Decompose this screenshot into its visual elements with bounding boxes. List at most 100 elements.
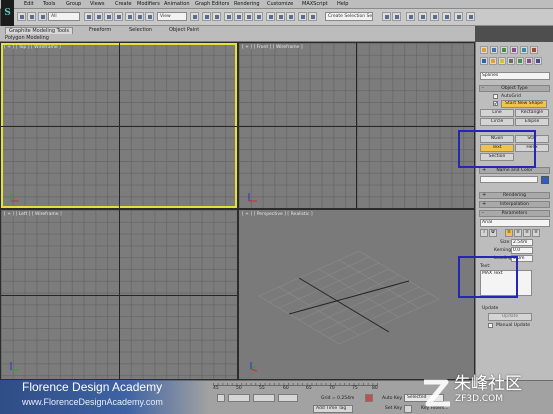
ribbon-toggle-icon[interactable] [308, 12, 317, 21]
set-key-button[interactable]: Set Key [385, 406, 402, 411]
display-tab-icon[interactable] [520, 46, 528, 54]
shapes-icon[interactable] [489, 57, 497, 65]
angle-snap-icon[interactable] [234, 12, 243, 21]
x-coordinate-input[interactable] [228, 394, 250, 402]
start-new-shape-button[interactable]: Start New Shape [501, 100, 547, 108]
redo-icon[interactable] [27, 12, 36, 21]
named-selection-set-input[interactable]: Create Selection Se [325, 12, 373, 21]
layer-manager-icon[interactable] [298, 12, 307, 21]
link-icon[interactable] [38, 12, 47, 21]
menu-group[interactable]: Group [66, 1, 81, 7]
rectangular-selection-icon[interactable] [104, 12, 113, 21]
motion-tab-icon[interactable] [510, 46, 518, 54]
schematic-view-icon[interactable] [392, 12, 401, 21]
tab-object-paint[interactable]: Object Paint [166, 27, 202, 34]
render-setup-icon[interactable] [418, 12, 427, 21]
rendering-rollout[interactable]: + Rendering [479, 192, 550, 199]
autogrid-checkbox[interactable] [493, 94, 498, 99]
italic-icon[interactable]: I [480, 229, 488, 237]
menu-edit[interactable]: Edit [24, 1, 34, 7]
utilities-tab-icon[interactable] [530, 46, 538, 54]
lights-icon[interactable] [498, 57, 506, 65]
viewport-perspective[interactable]: [ + ] [ Perspective ] [ Realistic ] [239, 210, 474, 379]
menu-graph-editors[interactable]: Graph Editors [195, 1, 229, 7]
category-select[interactable]: Splines [480, 72, 550, 80]
select-object-icon[interactable] [84, 12, 93, 21]
selection-filter-select[interactable]: All [48, 12, 80, 21]
circle-button[interactable]: Circle [480, 118, 514, 126]
geometry-icon[interactable] [480, 57, 488, 65]
create-tab-icon[interactable] [480, 46, 488, 54]
space-warps-icon[interactable] [525, 57, 533, 65]
rotate-icon[interactable] [135, 12, 144, 21]
spinner-snap-icon[interactable] [254, 12, 263, 21]
menu-rendering[interactable]: Rendering [234, 1, 260, 7]
select-by-name-icon[interactable] [94, 12, 103, 21]
rendered-frame-icon[interactable] [430, 12, 439, 21]
scale-icon[interactable] [145, 12, 154, 21]
menu-create[interactable]: Create [115, 1, 132, 7]
select-manipulate-icon[interactable] [202, 12, 211, 21]
viewport-front-label[interactable]: [ + ] [ Front ] [ Wireframe ] [242, 45, 303, 50]
viewport-left[interactable]: [ + ] [ Left ] [ Wireframe ] [1, 210, 237, 379]
add-time-tag-button[interactable]: Add Time Tag [313, 405, 353, 413]
parameters-rollout[interactable]: - Parameters [479, 210, 550, 217]
cameras-icon[interactable] [507, 57, 515, 65]
viewport-top[interactable]: [ + ] [ Top ] [ Wireframe ] [1, 43, 237, 208]
name-color-rollout[interactable]: + Name and Color [479, 167, 550, 174]
font-select[interactable]: Arial [480, 219, 550, 227]
viewport-top-label[interactable]: [ + ] [ Top ] [ Wireframe ] [4, 45, 61, 50]
viewport-left-label[interactable]: [ + ] [ Left ] [ Wireframe ] [4, 212, 62, 217]
align-icon[interactable] [286, 12, 295, 21]
modify-tab-icon[interactable] [490, 46, 498, 54]
reference-coordinate-select[interactable]: View [157, 12, 187, 21]
move-icon[interactable] [125, 12, 134, 21]
ellipse-button[interactable]: Ellipse [515, 118, 549, 126]
keyboard-shortcut-icon[interactable] [212, 12, 221, 21]
window-crossing-icon[interactable] [114, 12, 123, 21]
viewport-front[interactable]: [ + ] [ Front ] [ Wireframe ] [239, 43, 474, 208]
size-input[interactable]: 2.54m [511, 239, 533, 246]
menu-help[interactable]: Help [337, 1, 348, 7]
start-new-shape-checkbox[interactable] [493, 101, 498, 106]
menu-modifiers[interactable]: Modifiers [137, 1, 160, 7]
menu-tools[interactable]: Tools [43, 1, 55, 7]
justify-icon[interactable]: ≡ [532, 229, 540, 237]
z-coordinate-input[interactable] [278, 394, 298, 402]
menu-customize[interactable]: Customize [267, 1, 293, 7]
rectangle-button[interactable]: Rectangle [515, 109, 549, 117]
ribbon-panel-polygon-modeling[interactable]: Polygon Modeling [5, 35, 49, 41]
helpers-icon[interactable] [516, 57, 524, 65]
app-logo[interactable]: S [1, 0, 14, 27]
manual-update-checkbox[interactable] [488, 323, 493, 328]
hierarchy-tab-icon[interactable] [500, 46, 508, 54]
tab-graphite-modeling-tools[interactable]: Graphite Modeling Tools [5, 27, 74, 34]
tab-freeform[interactable]: Freeform [86, 27, 114, 34]
curve-editor-icon[interactable] [382, 12, 391, 21]
systems-icon[interactable] [534, 57, 542, 65]
interpolation-rollout[interactable]: + Interpolation [479, 201, 550, 208]
material-editor-icon[interactable] [406, 12, 415, 21]
undo-icon[interactable] [17, 12, 26, 21]
kerning-input[interactable]: 0.0 [511, 247, 533, 254]
lock-selection-icon[interactable] [217, 394, 225, 402]
y-coordinate-input[interactable] [253, 394, 275, 402]
mirror-icon[interactable] [276, 12, 285, 21]
percent-snap-icon[interactable] [244, 12, 253, 21]
snap-toggle-icon[interactable] [224, 12, 233, 21]
key-mode-icon[interactable] [404, 405, 412, 413]
set-key-icon[interactable] [365, 394, 373, 402]
render-activeshade-icon[interactable] [466, 12, 475, 21]
menu-maxscript[interactable]: MAXScript [302, 1, 328, 7]
underline-icon[interactable]: U [489, 229, 497, 237]
object-color-swatch[interactable] [541, 176, 549, 184]
align-left-icon[interactable]: ≡ [505, 229, 513, 237]
tab-selection[interactable]: Selection [126, 27, 155, 34]
align-center-icon[interactable]: ≡ [514, 229, 522, 237]
align-right-icon[interactable]: ≡ [523, 229, 531, 237]
object-name-input[interactable] [480, 176, 538, 183]
line-button[interactable]: Line [480, 109, 514, 117]
pivot-center-icon[interactable] [190, 12, 199, 21]
render-production-icon[interactable] [442, 12, 451, 21]
object-type-rollout[interactable]: - Object Type [479, 85, 550, 92]
